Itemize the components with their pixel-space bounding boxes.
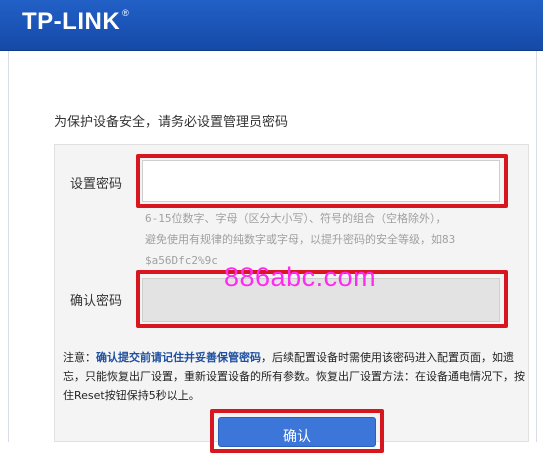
note-prefix: 注意： (63, 351, 96, 364)
password-hint-line-1: 6-15位数字、字母（区分大小写）、符号的组合（空格除外）， (145, 212, 447, 225)
page-right-border (536, 51, 537, 442)
registered-mark: ® (122, 8, 130, 18)
security-prompt: 为保护设备安全，请务必设置管理员密码 (54, 115, 289, 130)
confirm-button[interactable]: 确认 (218, 417, 376, 447)
brand-text: TP-LINK (22, 8, 121, 35)
note-emphasis: 确认提交前请记住并妥善保管密码 (96, 351, 261, 364)
confirm-password-label: 确认密码 (70, 294, 123, 309)
set-password-label: 设置密码 (70, 177, 123, 192)
page-left-border (8, 51, 9, 442)
watermark-text: 886abc.com (224, 262, 377, 292)
tp-link-logo: TP-LINK ® (22, 8, 129, 36)
password-note: 注意：确认提交前请记住并妥善保管密码，后续配置设备时需使用该密码进入配置页面，如… (63, 348, 533, 405)
password-hint-line-2: 避免使用有规律的纯数字或字母，以提升密码的安全等级，如83 (145, 233, 456, 246)
header-bar: TP-LINK ® (0, 0, 543, 51)
set-password-highlight (136, 154, 508, 208)
